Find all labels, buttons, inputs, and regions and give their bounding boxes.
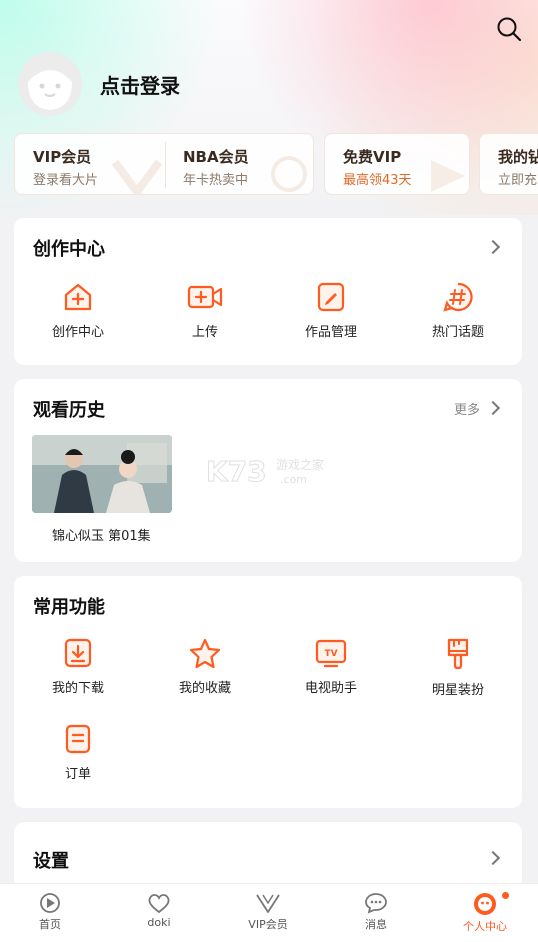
section-title: 观看历史 xyxy=(33,400,105,421)
svg-text:TV: TV xyxy=(324,649,337,659)
history-item-title[interactable]: 锦心似玉 第01集 xyxy=(52,525,151,544)
doki-heart-icon xyxy=(148,894,170,914)
vip-card-nba[interactable]: NBA会员 年卡热卖中 xyxy=(165,134,313,194)
avatar-face-icon xyxy=(18,52,82,116)
vip-membership-card[interactable]: VIP会员 登录看大片 NBA会员 年卡热卖中 xyxy=(14,133,314,195)
hot-topics-item[interactable]: 热门话题 xyxy=(403,281,513,340)
tab-label: doki xyxy=(147,916,171,929)
vip-subtitle: 年卡热卖中 xyxy=(183,173,249,188)
diamond-card[interactable]: 我的钻 立即充 xyxy=(479,133,538,195)
tab-messages[interactable]: 消息 xyxy=(322,884,430,942)
edit-icon xyxy=(317,282,345,312)
star-dressup-item[interactable]: 明星装扮 xyxy=(403,637,513,698)
item-label: 明星装扮 xyxy=(431,683,484,698)
item-label: 上传 xyxy=(191,325,218,340)
home-play-icon xyxy=(40,893,60,913)
svg-text:游戏之家: 游戏之家 xyxy=(276,457,324,472)
vip-card-row: VIP会员 登录看大片 NBA会员 年卡热卖中 免费VIP 最高领43天 我的钻… xyxy=(14,133,538,195)
create-center-card: 创作中心 创作中心 上传 作品管理 热门话题 xyxy=(14,218,522,365)
my-favorites-item[interactable]: 我的收藏 xyxy=(150,637,260,696)
tv-assistant-item[interactable]: TV 电视助手 xyxy=(276,637,386,696)
item-label: 我的收藏 xyxy=(178,681,231,696)
vip-subtitle: 登录看大片 xyxy=(33,173,99,188)
tab-label: 个人中心 xyxy=(463,920,507,933)
brush-icon xyxy=(447,638,469,670)
item-label: 创作中心 xyxy=(51,325,104,340)
vip-v-watermark-icon xyxy=(111,159,163,194)
vip-title: VIP会员 xyxy=(33,148,92,166)
vip-title: NBA会员 xyxy=(183,148,249,166)
home-plus-icon xyxy=(64,283,92,311)
history-thumbnail[interactable] xyxy=(32,435,172,513)
item-label: 作品管理 xyxy=(304,325,357,340)
search-icon[interactable] xyxy=(496,16,522,42)
item-label: 电视助手 xyxy=(304,681,357,696)
more-link[interactable]: 更多 xyxy=(454,399,480,418)
item-label: 订单 xyxy=(64,767,91,782)
download-icon xyxy=(64,638,92,668)
tab-label: VIP会员 xyxy=(248,918,288,931)
common-functions-card: 常用功能 我的下载 我的收藏 TV 电视助手 明星装扮 订单 xyxy=(14,576,522,808)
svg-text:.com: .com xyxy=(280,473,307,486)
svg-text:K73: K73 xyxy=(206,455,267,487)
tab-profile[interactable]: 个人中心 xyxy=(431,884,538,942)
my-downloads-item[interactable]: 我的下载 xyxy=(23,637,133,696)
notification-dot xyxy=(502,892,509,899)
vip-subtitle: 最高领43天 xyxy=(343,173,412,188)
chevron-right-icon[interactable] xyxy=(485,850,501,866)
section-title: 创作中心 xyxy=(33,239,105,260)
login-link[interactable]: 点击登录 xyxy=(100,70,180,99)
chevron-right-icon[interactable] xyxy=(485,400,501,416)
tv-icon: TV xyxy=(315,639,347,668)
profile-icon xyxy=(474,893,496,915)
message-icon xyxy=(365,893,387,914)
free-vip-card[interactable]: 免费VIP 最高领43天 xyxy=(324,133,470,195)
bottom-tab-bar: 首页 doki VIP会员 消息 个人中心 xyxy=(0,883,538,942)
section-title: 常用功能 xyxy=(33,597,105,618)
works-manage-item[interactable]: 作品管理 xyxy=(276,281,386,340)
hashtag-icon xyxy=(443,282,473,312)
play-watermark-icon xyxy=(431,160,465,192)
vip-subtitle: 立即充 xyxy=(498,173,538,188)
tab-label: 首页 xyxy=(39,918,61,931)
tab-vip[interactable]: VIP会员 xyxy=(214,884,322,942)
video-upload-icon xyxy=(187,285,223,309)
vip-title: 免费VIP xyxy=(343,148,402,166)
tab-label: 消息 xyxy=(365,918,387,931)
drama-still-image xyxy=(32,435,172,513)
tab-doki[interactable]: doki xyxy=(105,884,213,942)
chevron-right-icon[interactable] xyxy=(485,239,501,255)
vip-v-icon xyxy=(256,894,280,913)
star-icon xyxy=(189,638,221,669)
create-center-item[interactable]: 创作中心 xyxy=(23,281,133,340)
orders-item[interactable]: 订单 xyxy=(23,723,133,782)
k73-watermark-logo: K73 游戏之家 .com xyxy=(206,455,324,487)
section-title: 设置 xyxy=(33,851,69,872)
vip-card-vip[interactable]: VIP会员 登录看大片 xyxy=(15,134,165,194)
upload-item[interactable]: 上传 xyxy=(150,281,260,340)
vip-title: 我的钻 xyxy=(498,148,538,166)
item-label: 我的下载 xyxy=(51,681,104,696)
avatar[interactable] xyxy=(18,52,82,116)
basketball-watermark-icon xyxy=(271,156,307,192)
item-label: 热门话题 xyxy=(431,325,484,340)
order-icon xyxy=(65,724,91,754)
tab-home[interactable]: 首页 xyxy=(0,884,104,942)
